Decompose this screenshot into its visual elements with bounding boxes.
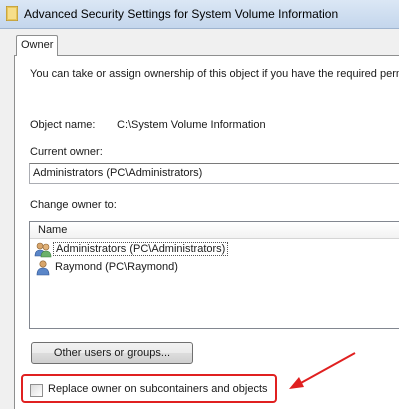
- list-item[interactable]: Administrators (PC\Administrators): [34, 242, 274, 258]
- replace-owner-label[interactable]: Replace owner on subcontainers and objec…: [48, 383, 268, 395]
- window-title: Advanced Security Settings for System Vo…: [24, 7, 339, 21]
- owner-listbox[interactable]: Name Administrators (PC\Administrators) …: [29, 221, 399, 329]
- title-bar: Advanced Security Settings for System Vo…: [0, 0, 399, 29]
- current-owner-label: Current owner:: [30, 146, 103, 158]
- intro-text: You can take or assign ownership of this…: [30, 68, 399, 80]
- current-owner-value: Administrators (PC\Administrators): [33, 167, 203, 179]
- other-users-button-label: Other users or groups...: [53, 347, 171, 359]
- list-item-label: Administrators (PC\Administrators): [53, 242, 229, 256]
- user-group-icon: [34, 242, 52, 258]
- column-header-label: Name: [38, 224, 68, 236]
- current-owner-field[interactable]: Administrators (PC\Administrators): [29, 163, 399, 184]
- list-item[interactable]: Raymond (PC\Raymond): [34, 260, 274, 276]
- user-icon: [36, 260, 50, 276]
- other-users-button[interactable]: Other users or groups...: [31, 342, 193, 364]
- list-column-header-name[interactable]: Name: [30, 222, 399, 239]
- object-name-label: Object name:: [30, 119, 96, 131]
- list-item-label: Raymond (PC\Raymond): [55, 261, 178, 273]
- change-owner-label: Change owner to:: [30, 199, 117, 211]
- tab-owner-label: Owner: [21, 39, 54, 51]
- replace-owner-checkbox[interactable]: [30, 384, 43, 397]
- tab-owner[interactable]: Owner: [16, 35, 58, 56]
- annotation-arrow-icon: [289, 352, 356, 389]
- object-name-value: C:\System Volume Information: [117, 119, 266, 131]
- folder-icon: [6, 6, 18, 21]
